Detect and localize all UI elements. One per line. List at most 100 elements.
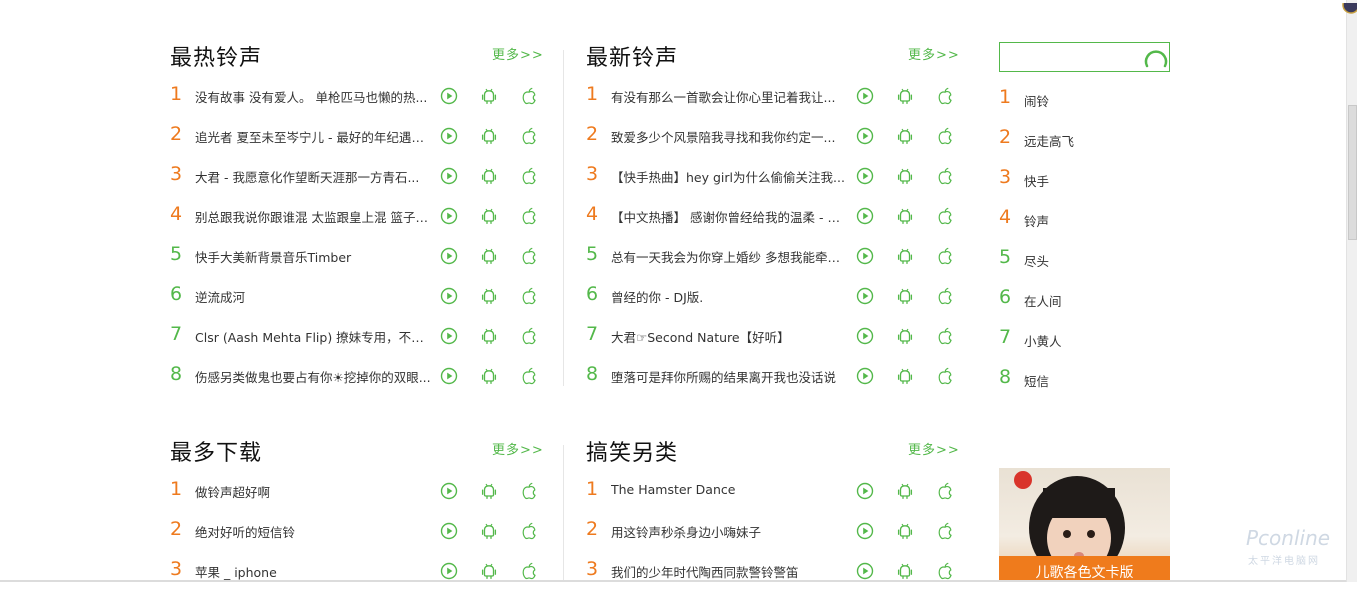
android-icon[interactable] bbox=[480, 562, 498, 580]
play-icon[interactable] bbox=[440, 367, 458, 385]
play-icon[interactable] bbox=[440, 247, 458, 265]
keyword-link[interactable]: 在人间 bbox=[1024, 291, 1062, 310]
keyword-link[interactable]: 铃声 bbox=[1024, 211, 1049, 230]
android-icon[interactable] bbox=[896, 327, 914, 345]
android-icon[interactable] bbox=[896, 167, 914, 185]
play-icon[interactable] bbox=[856, 522, 874, 540]
more-link[interactable]: 更多>> bbox=[492, 44, 544, 63]
play-icon[interactable] bbox=[440, 167, 458, 185]
play-icon[interactable] bbox=[440, 87, 458, 105]
play-icon[interactable] bbox=[856, 287, 874, 305]
play-icon[interactable] bbox=[440, 522, 458, 540]
android-icon[interactable] bbox=[896, 287, 914, 305]
play-icon[interactable] bbox=[856, 327, 874, 345]
apple-icon[interactable] bbox=[936, 87, 954, 105]
song-title-link[interactable]: 有没有那么一首歌会让你心里记着我让... bbox=[611, 87, 851, 106]
song-title-link[interactable]: 追光者 夏至未至岑宁儿 - 最好的年纪遇见... bbox=[195, 127, 435, 146]
play-icon[interactable] bbox=[856, 127, 874, 145]
song-title-link[interactable]: 总有一天我会为你穿上婚纱 多想我能牵着... bbox=[611, 247, 851, 266]
play-icon[interactable] bbox=[856, 562, 874, 580]
keyword-link[interactable]: 尽头 bbox=[1024, 251, 1049, 270]
android-icon[interactable] bbox=[480, 287, 498, 305]
song-title-link[interactable]: 【中文热播】 感谢你曾经给我的温柔 - 终章 bbox=[611, 207, 851, 226]
android-icon[interactable] bbox=[480, 207, 498, 225]
android-icon[interactable] bbox=[896, 87, 914, 105]
android-icon[interactable] bbox=[480, 482, 498, 500]
song-title-link[interactable]: 绝对好听的短信铃 bbox=[195, 522, 435, 541]
apple-icon[interactable] bbox=[936, 207, 954, 225]
keyword-link[interactable]: 短信 bbox=[1024, 371, 1049, 390]
apple-icon[interactable] bbox=[520, 87, 538, 105]
keyword-link[interactable]: 远走高飞 bbox=[1024, 131, 1074, 150]
keyword-link[interactable]: 闹铃 bbox=[1024, 91, 1049, 110]
android-icon[interactable] bbox=[896, 247, 914, 265]
android-icon[interactable] bbox=[480, 247, 498, 265]
android-icon[interactable] bbox=[896, 522, 914, 540]
apple-icon[interactable] bbox=[936, 327, 954, 345]
apple-icon[interactable] bbox=[936, 367, 954, 385]
play-icon[interactable] bbox=[856, 167, 874, 185]
song-title-link[interactable]: 【快手热曲】hey girl为什么偷偷关注我... bbox=[611, 167, 851, 186]
android-icon[interactable] bbox=[480, 167, 498, 185]
song-title-link[interactable]: 大君☞Second Nature【好听】 bbox=[611, 327, 851, 346]
apple-icon[interactable] bbox=[520, 287, 538, 305]
android-icon[interactable] bbox=[480, 367, 498, 385]
android-icon[interactable] bbox=[896, 562, 914, 580]
song-title-link[interactable]: 做铃声超好啊 bbox=[195, 482, 435, 501]
play-icon[interactable] bbox=[440, 207, 458, 225]
apple-icon[interactable] bbox=[936, 167, 954, 185]
play-icon[interactable] bbox=[440, 287, 458, 305]
android-icon[interactable] bbox=[480, 522, 498, 540]
vertical-scrollbar[interactable] bbox=[1346, 0, 1357, 582]
song-title-link[interactable]: Clsr (Aash Mehta Flip) 撩妹专用，不好听... bbox=[195, 327, 435, 346]
android-icon[interactable] bbox=[480, 87, 498, 105]
android-icon[interactable] bbox=[480, 127, 498, 145]
play-icon[interactable] bbox=[440, 482, 458, 500]
play-icon[interactable] bbox=[856, 247, 874, 265]
song-title-link[interactable]: 别总跟我说你跟谁混 太监跟皇上混 篮子不... bbox=[195, 207, 435, 226]
more-link[interactable]: 更多>> bbox=[908, 44, 960, 63]
song-title-link[interactable]: The Hamster Dance bbox=[611, 482, 851, 497]
more-link[interactable]: 更多>> bbox=[908, 439, 960, 458]
promo-banner[interactable]: 儿歌各色文卡版 bbox=[999, 468, 1170, 582]
play-icon[interactable] bbox=[856, 207, 874, 225]
android-icon[interactable] bbox=[480, 327, 498, 345]
apple-icon[interactable] bbox=[936, 522, 954, 540]
apple-icon[interactable] bbox=[520, 327, 538, 345]
play-icon[interactable] bbox=[856, 482, 874, 500]
android-icon[interactable] bbox=[896, 127, 914, 145]
apple-icon[interactable] bbox=[520, 167, 538, 185]
apple-icon[interactable] bbox=[520, 522, 538, 540]
song-title-link[interactable]: 快手大美新背景音乐Timber bbox=[195, 247, 435, 266]
play-icon[interactable] bbox=[856, 87, 874, 105]
play-icon[interactable] bbox=[440, 127, 458, 145]
android-icon[interactable] bbox=[896, 367, 914, 385]
apple-icon[interactable] bbox=[520, 127, 538, 145]
android-icon[interactable] bbox=[896, 207, 914, 225]
keyword-link[interactable]: 快手 bbox=[1024, 171, 1049, 190]
play-icon[interactable] bbox=[856, 367, 874, 385]
song-title-link[interactable]: 苹果 _ iphone bbox=[195, 562, 435, 581]
apple-icon[interactable] bbox=[520, 207, 538, 225]
keyword-link[interactable]: 小黄人 bbox=[1024, 331, 1062, 350]
apple-icon[interactable] bbox=[936, 247, 954, 265]
song-title-link[interactable]: 逆流成河 bbox=[195, 287, 435, 306]
apple-icon[interactable] bbox=[520, 562, 538, 580]
play-icon[interactable] bbox=[440, 562, 458, 580]
more-link[interactable]: 更多>> bbox=[492, 439, 544, 458]
play-icon[interactable] bbox=[440, 327, 458, 345]
android-icon[interactable] bbox=[896, 482, 914, 500]
apple-icon[interactable] bbox=[520, 247, 538, 265]
apple-icon[interactable] bbox=[936, 562, 954, 580]
song-title-link[interactable]: 致爱多少个风景陪我寻找和我你约定一... bbox=[611, 127, 851, 146]
song-title-link[interactable]: 伤感另类做鬼也要占有你☀挖掉你的双眼... bbox=[195, 367, 435, 386]
apple-icon[interactable] bbox=[936, 482, 954, 500]
apple-icon[interactable] bbox=[936, 287, 954, 305]
apple-icon[interactable] bbox=[936, 127, 954, 145]
song-title-link[interactable]: 大君 - 我愿意化作望断天涯那一方青石... bbox=[195, 167, 435, 186]
song-title-link[interactable]: 没有故事 没有爱人。 单枪匹马也懒的热... bbox=[195, 87, 435, 106]
apple-icon[interactable] bbox=[520, 482, 538, 500]
scrollbar-thumb[interactable] bbox=[1348, 105, 1357, 240]
song-title-link[interactable]: 我们的少年时代陶西同款警铃警笛 bbox=[611, 562, 851, 581]
apple-icon[interactable] bbox=[520, 367, 538, 385]
